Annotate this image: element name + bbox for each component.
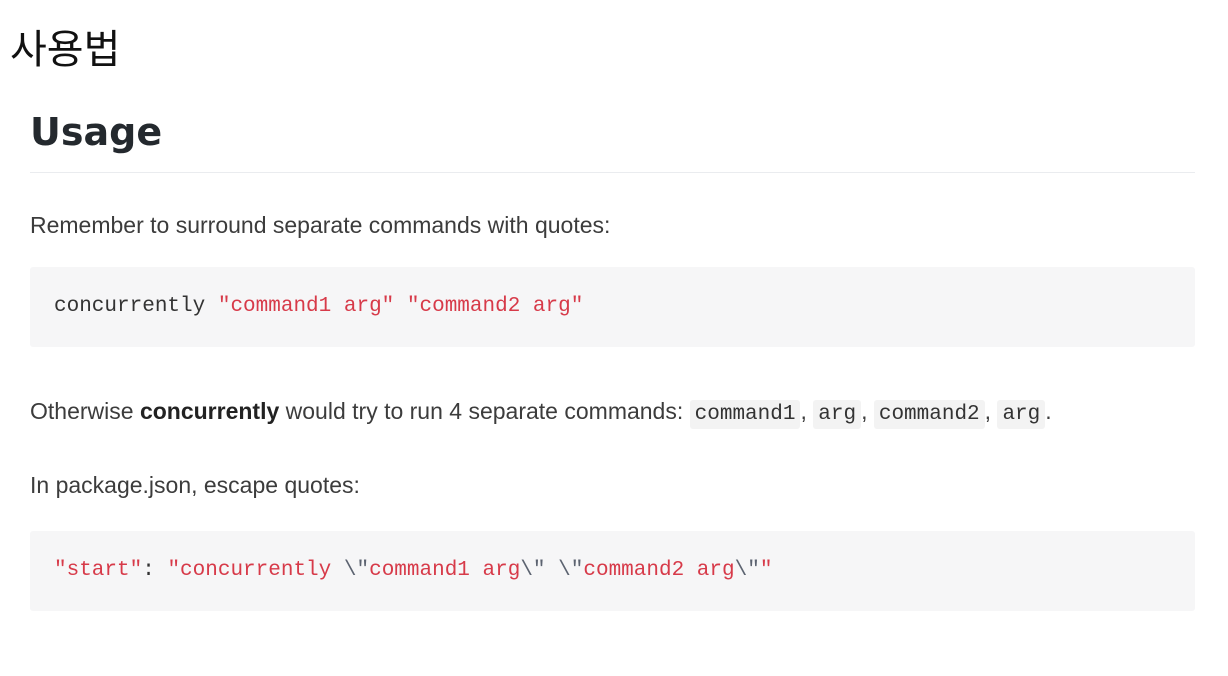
json-colon: :	[142, 559, 168, 582]
package-json-text: In package.json, escape quotes:	[30, 472, 360, 498]
readme-content: Usage Remember to surround separate comm…	[30, 104, 1195, 611]
otherwise-before: Otherwise	[30, 398, 140, 424]
json-escape: \"	[734, 559, 760, 582]
inline-code-arg: arg	[997, 400, 1046, 429]
code-arg-2: "command2 arg"	[406, 295, 584, 318]
code-block-command: concurrently "command1 arg" "command2 ar…	[30, 267, 1195, 347]
json-value-part: command1 arg	[369, 559, 521, 582]
json-key: "start"	[54, 559, 143, 582]
separator: ,	[984, 398, 998, 424]
usage-heading: Usage	[30, 104, 1195, 173]
inline-code-command2: command2	[873, 400, 985, 429]
otherwise-after: would try to run 4 separate commands:	[279, 398, 690, 424]
json-space	[546, 559, 559, 582]
json-escape: \"	[558, 559, 584, 582]
json-value-end: "	[759, 559, 773, 582]
inline-code-command1: command1	[689, 400, 801, 429]
json-escape: \"	[343, 559, 370, 582]
json-escape: \"	[520, 559, 546, 582]
code-arg-1: "command1 arg"	[217, 295, 395, 318]
code-block-package-json: "start": "concurrently \"command1 arg\" …	[30, 531, 1195, 611]
separator: ,	[800, 398, 814, 424]
json-value-start: "concurrently	[167, 559, 344, 582]
sentence-end: .	[1045, 398, 1052, 424]
json-value-part: command2 arg	[583, 559, 735, 582]
intro-text: Remember to surround separate commands w…	[30, 212, 611, 238]
otherwise-text: Otherwise concurrently would try to run …	[30, 385, 1195, 441]
code-command: concurrently	[54, 295, 206, 318]
separator: ,	[861, 398, 874, 424]
page-title: 사용법	[10, 27, 121, 73]
otherwise-strong: concurrently	[139, 398, 280, 424]
inline-code-arg: arg	[813, 400, 862, 429]
